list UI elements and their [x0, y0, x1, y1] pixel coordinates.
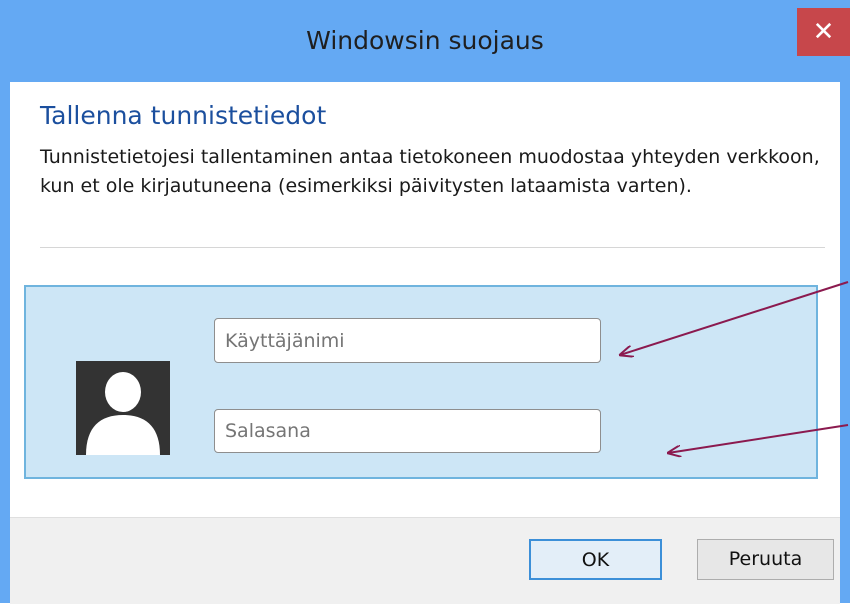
security-dialog: Windowsin suojaus ✕ Tallenna tunnistetie…	[0, 0, 850, 604]
close-button[interactable]: ✕	[797, 8, 850, 56]
window-title: Windowsin suojaus	[306, 26, 544, 55]
window-frame-left	[0, 82, 10, 603]
dialog-heading: Tallenna tunnistetiedot	[40, 101, 327, 130]
user-avatar-icon	[76, 361, 170, 455]
user-silhouette-icon	[86, 372, 160, 455]
dialog-content: Tallenna tunnistetiedot Tunnistetietojes…	[10, 82, 840, 604]
close-icon: ✕	[812, 17, 835, 47]
password-input[interactable]	[214, 409, 601, 453]
username-input[interactable]	[214, 318, 601, 363]
cancel-button[interactable]: Peruuta	[697, 539, 834, 580]
title-bar[interactable]: Windowsin suojaus ✕	[0, 0, 850, 82]
dialog-description: Tunnistetietojesi tallentaminen antaa ti…	[40, 146, 820, 197]
ok-button[interactable]: OK	[529, 539, 662, 580]
credential-panel	[24, 285, 818, 479]
window-frame-right	[840, 82, 850, 603]
dialog-footer: OK Peruuta	[10, 517, 840, 604]
separator	[40, 247, 825, 248]
